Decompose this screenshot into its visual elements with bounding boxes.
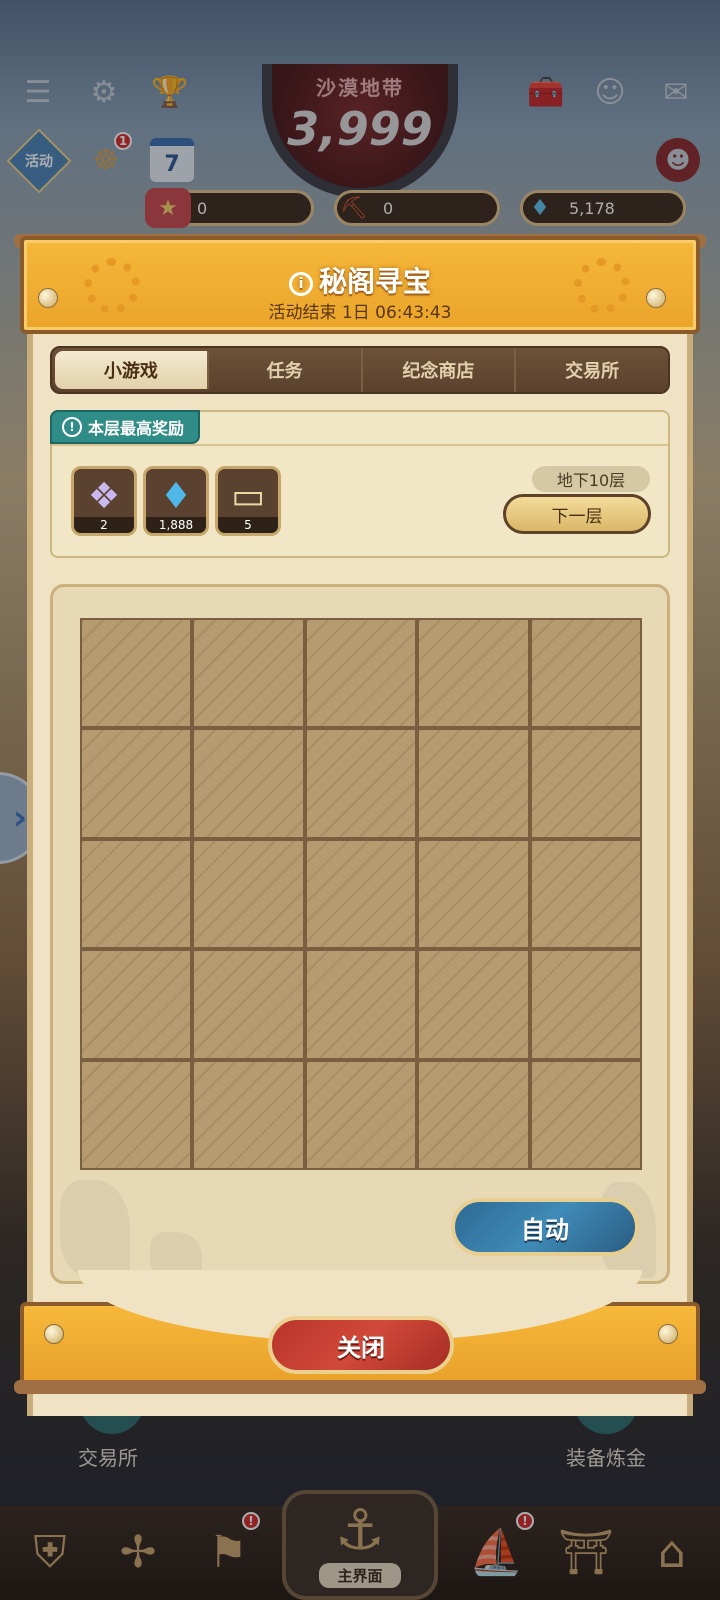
reward-item[interactable]: ▭ 5 xyxy=(215,466,281,536)
grid-cell[interactable] xyxy=(419,840,528,948)
grid-cell[interactable] xyxy=(82,840,191,948)
grid-cell[interactable] xyxy=(306,840,416,948)
diamond-pile-icon: ♦ xyxy=(159,476,193,517)
tab-exchange[interactable]: 交易所 xyxy=(516,348,668,392)
tab-tasks[interactable]: 任务 xyxy=(209,348,363,392)
tab-souvenir-shop[interactable]: 纪念商店 xyxy=(363,348,517,392)
grid-cell[interactable] xyxy=(531,620,640,727)
auto-button[interactable]: 自动 xyxy=(451,1198,639,1256)
grid-cell[interactable] xyxy=(306,620,416,727)
grid-cell[interactable] xyxy=(194,1061,303,1168)
grid-cell[interactable] xyxy=(419,620,528,727)
grid-cell[interactable] xyxy=(194,620,303,727)
grid-cell[interactable] xyxy=(82,951,191,1058)
grid-cell[interactable] xyxy=(531,951,640,1058)
grid-cell[interactable] xyxy=(306,730,416,837)
grid-cell[interactable] xyxy=(531,730,640,837)
grid-cell[interactable] xyxy=(419,730,528,837)
grid-cell[interactable] xyxy=(194,951,303,1058)
alert-icon: ! xyxy=(62,417,82,437)
grid-cell[interactable] xyxy=(306,1061,416,1168)
grid-cell[interactable] xyxy=(531,840,640,948)
grid-cell[interactable] xyxy=(82,620,191,727)
reward-item[interactable]: ♦ 1,888 xyxy=(143,466,209,536)
grid-cell[interactable] xyxy=(531,1061,640,1168)
reward-header: ! 本层最高奖励 xyxy=(50,410,201,444)
reward-item[interactable]: ❖ 2 xyxy=(71,466,137,536)
footer-rim xyxy=(14,1380,706,1394)
close-button[interactable]: 关闭 xyxy=(268,1316,454,1374)
rivet xyxy=(658,1324,678,1344)
grid-cell[interactable] xyxy=(419,951,528,1058)
reward-qty: 2 xyxy=(74,517,134,533)
tab-bar: 小游戏 任务 纪念商店 交易所 xyxy=(50,346,670,394)
crystal-icon: ❖ xyxy=(87,476,121,517)
reward-divider xyxy=(52,444,668,446)
grid-cell[interactable] xyxy=(194,730,303,837)
reward-qty: 1,888 xyxy=(146,517,206,533)
next-floor-button[interactable]: 下一层 xyxy=(503,494,651,534)
grid-cell[interactable] xyxy=(306,951,416,1058)
event-countdown: 活动结束 1日 06:43:43 xyxy=(268,303,452,323)
reward-header-label: 本层最高奖励 xyxy=(88,419,185,438)
dig-grid xyxy=(80,618,642,1170)
grid-cell[interactable] xyxy=(82,1061,191,1168)
grid-cell[interactable] xyxy=(194,840,303,948)
modal-title: i 秘阁寻宝 xyxy=(0,260,720,300)
reward-qty: 5 xyxy=(218,517,278,533)
grid-cell[interactable] xyxy=(82,730,191,837)
ticket-icon: ▭ xyxy=(230,476,265,517)
grid-cell[interactable] xyxy=(419,1061,528,1168)
floor-label: 地下10层 xyxy=(532,466,650,492)
tab-minigame[interactable]: 小游戏 xyxy=(55,351,209,389)
rivet xyxy=(44,1324,64,1344)
rock-decoration xyxy=(60,1180,130,1276)
info-icon[interactable]: i xyxy=(288,272,313,296)
